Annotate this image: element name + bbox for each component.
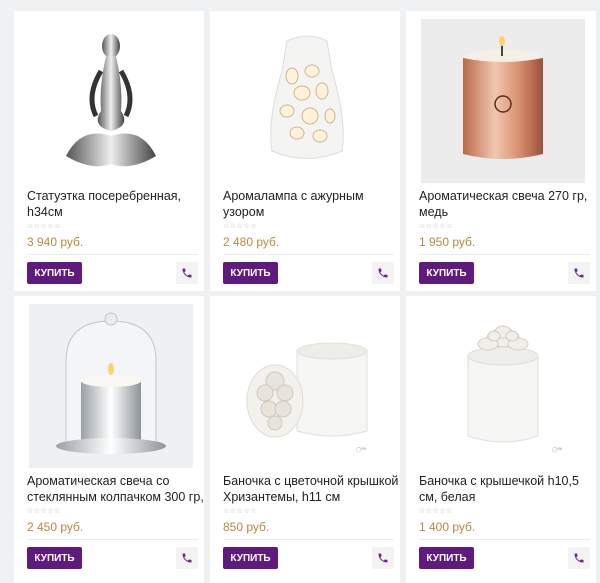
rating-stars: ☆☆☆☆☆ (27, 223, 61, 230)
phone-icon[interactable] (568, 262, 590, 284)
buy-button[interactable]: КУПИТЬ (223, 547, 278, 569)
phone-icon[interactable] (176, 262, 198, 284)
white-jar-icon[interactable] (421, 304, 585, 468)
phone-icon[interactable] (568, 547, 590, 569)
divider (223, 254, 394, 255)
brand-logo: ◯ᴿᴺ (551, 447, 562, 453)
copper-candle-icon[interactable] (421, 19, 585, 183)
phone-icon[interactable] (372, 262, 394, 284)
divider (419, 254, 590, 255)
product-title[interactable]: Статуэтка посеребренная, h34см (27, 188, 207, 220)
divider (27, 254, 198, 255)
product-title[interactable]: Баночка с цветочной крышкой Хризантемы, … (223, 473, 403, 505)
buy-button[interactable]: КУПИТЬ (27, 262, 82, 284)
brand-logo: ◯ᴿᴺ (355, 447, 366, 453)
product-card: Ароматическая свеча со стеклянным колпач… (14, 296, 204, 583)
product-grid: Статуэтка посеребренная, h34см ☆☆☆☆☆ 3 9… (0, 0, 600, 583)
divider (223, 539, 394, 540)
divider (27, 539, 198, 540)
phone-icon[interactable] (176, 547, 198, 569)
product-card: Ароматическая свеча 270 гр, медь ☆☆☆☆☆ 1… (406, 11, 596, 291)
buy-button[interactable]: КУПИТЬ (419, 547, 474, 569)
buy-button[interactable]: КУПИТЬ (223, 262, 278, 284)
statuette-icon[interactable] (29, 19, 193, 183)
product-price: 1 950 руб. (419, 235, 476, 249)
product-price: 2 450 руб. (27, 520, 84, 534)
phone-icon[interactable] (372, 547, 394, 569)
product-card: Аромалампа с ажурным узором ☆☆☆☆☆ 2 480 … (210, 11, 400, 291)
rating-stars: ☆☆☆☆☆ (419, 223, 453, 230)
product-card: ◯ᴿᴺ Баночка с цветочной крышкой Хризанте… (210, 296, 400, 583)
flower-lid-jar-icon[interactable] (225, 304, 389, 468)
product-card: Статуэтка посеребренная, h34см ☆☆☆☆☆ 3 9… (14, 11, 204, 291)
product-title[interactable]: Ароматическая свеча 270 гр, медь (419, 188, 599, 220)
product-card: ◯ᴿᴺ Баночка с крышечкой h10,5 см, белая … (406, 296, 596, 583)
rating-stars: ☆☆☆☆☆ (419, 508, 453, 515)
product-price: 850 руб. (223, 520, 270, 534)
product-title[interactable]: Аромалампа с ажурным узором (223, 188, 403, 220)
rating-stars: ☆☆☆☆☆ (27, 508, 61, 515)
product-price: 3 940 руб. (27, 235, 84, 249)
product-title[interactable]: Ароматическая свеча со стеклянным колпач… (27, 473, 207, 505)
aroma-lamp-icon[interactable] (225, 19, 389, 183)
rating-stars: ☆☆☆☆☆ (223, 223, 257, 230)
product-price: 1 400 руб. (419, 520, 476, 534)
buy-button[interactable]: КУПИТЬ (419, 262, 474, 284)
product-title[interactable]: Баночка с крышечкой h10,5 см, белая (419, 473, 599, 505)
buy-button[interactable]: КУПИТЬ (27, 547, 82, 569)
divider (419, 539, 590, 540)
glass-dome-candle-icon[interactable] (29, 304, 193, 468)
product-price: 2 480 руб. (223, 235, 280, 249)
rating-stars: ☆☆☆☆☆ (223, 508, 257, 515)
